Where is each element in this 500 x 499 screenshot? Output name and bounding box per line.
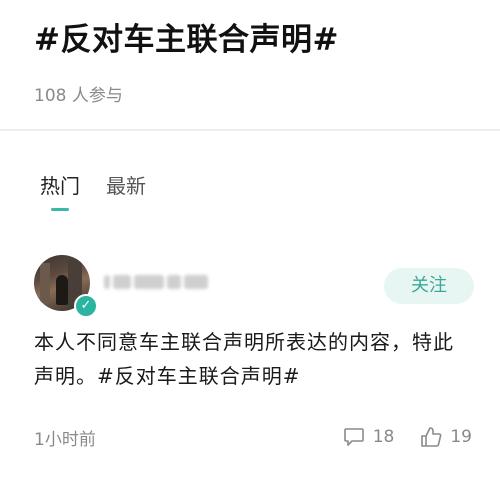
- post-content: 本人不同意车主联合声明所表达的内容，特此声明。#反对车主联合声明#: [34, 330, 454, 388]
- avatar-figure: [56, 275, 68, 305]
- avatar-building-left: [40, 263, 50, 303]
- verified-check-icon: ✓: [74, 294, 98, 318]
- tab-bar: 热门 最新: [40, 172, 146, 211]
- redacted-block: [134, 275, 164, 289]
- comment-count: 18: [372, 427, 395, 447]
- comment-icon: [343, 428, 364, 446]
- post-footer: 1小时前 18 19: [34, 425, 472, 450]
- redacted-block: [167, 275, 181, 289]
- active-tab-indicator: [51, 208, 69, 211]
- like-button[interactable]: 19: [420, 426, 472, 448]
- redacted-block: [184, 275, 208, 289]
- follow-button[interactable]: 关注: [384, 268, 474, 304]
- topic-header: #反对车主联合声明# 108 人参与: [34, 18, 480, 108]
- post-card: ✓ 关注 本人不同意车主联合声明所表达的内容，特此声明。#反对车主联合声明#: [34, 255, 474, 393]
- post-time: 1小时前: [34, 429, 96, 450]
- tab-hot[interactable]: 热门: [40, 172, 80, 211]
- divider: [0, 129, 500, 131]
- redacted-block: [113, 275, 131, 289]
- redacted-block: [104, 275, 110, 289]
- like-count: 19: [450, 427, 472, 447]
- comment-button[interactable]: 18: [343, 427, 395, 447]
- participant-count: 108 人参与: [34, 86, 123, 106]
- tab-hot-label: 热门: [40, 174, 80, 198]
- tab-latest-label: 最新: [106, 174, 146, 198]
- thumbs-up-icon: [421, 427, 442, 447]
- page-title: #反对车主联合声明#: [34, 22, 339, 58]
- username-redacted[interactable]: [104, 273, 208, 291]
- post-header: ✓ 关注: [34, 255, 474, 318]
- tab-latest[interactable]: 最新: [106, 172, 146, 200]
